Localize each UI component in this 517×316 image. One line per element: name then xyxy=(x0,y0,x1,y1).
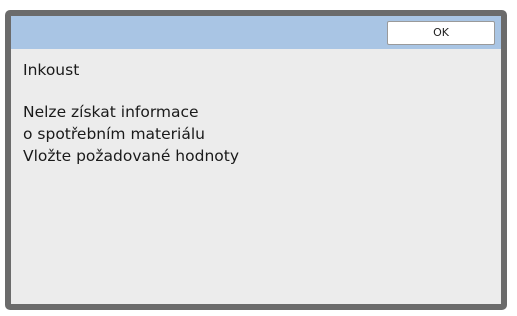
message-line: Nelze získat informace xyxy=(23,103,199,121)
dialog-frame: OK Inkoust Nelze získat informace o spot… xyxy=(5,10,507,310)
dialog-title-bar: OK xyxy=(11,16,501,49)
dialog-content: Inkoust Nelze získat informace o spotřeb… xyxy=(11,49,501,167)
dialog-heading: Inkoust xyxy=(23,61,80,79)
ok-button[interactable]: OK xyxy=(387,20,495,45)
message-line: Vložte požadované hodnoty xyxy=(23,147,240,165)
message-line: o spotřebním materiálu xyxy=(23,125,205,143)
message-dialog: OK Inkoust Nelze získat informace o spot… xyxy=(11,16,501,304)
